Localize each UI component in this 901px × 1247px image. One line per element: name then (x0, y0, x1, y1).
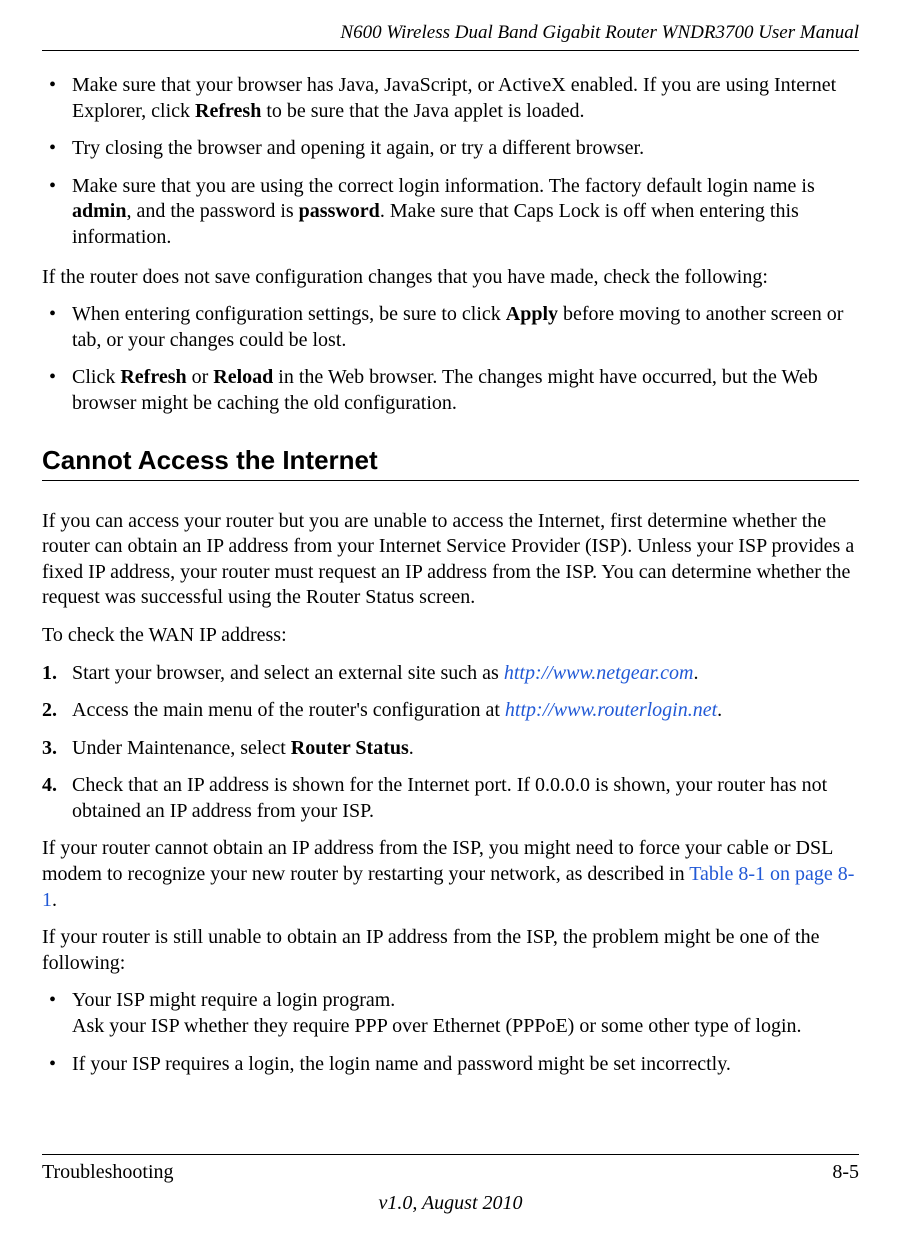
bold-text: admin (72, 200, 126, 222)
bullet-list-2: When entering configuration settings, be… (42, 302, 859, 416)
paragraph: To check the WAN IP address: (42, 623, 859, 649)
footer-chapter: Troubleshooting (42, 1161, 174, 1184)
list-item: 2. Access the main menu of the router's … (42, 698, 859, 724)
paragraph: If your router cannot obtain an IP addre… (42, 836, 859, 913)
hyperlink[interactable]: http://www.netgear.com (504, 662, 694, 684)
text: to be sure that the Java applet is loade… (261, 100, 584, 122)
text: Access the main menu of the router's con… (72, 699, 505, 721)
bullet-list-3: Your ISP might require a login program. … (42, 988, 859, 1077)
bullet-list-1: Make sure that your browser has Java, Ja… (42, 73, 859, 251)
bullet-item: Try closing the browser and opening it a… (42, 136, 859, 162)
list-item: 3. Under Maintenance, select Router Stat… (42, 736, 859, 762)
bullet-item: Make sure that you are using the correct… (42, 174, 859, 251)
text: . (52, 889, 57, 911)
bullet-item: If your ISP requires a login, the login … (42, 1052, 859, 1078)
bullet-item: Click Refresh or Reload in the Web brows… (42, 365, 859, 416)
bullet-item: Make sure that your browser has Java, Ja… (42, 73, 859, 124)
text: Check that an IP address is shown for th… (72, 774, 827, 822)
bold-text: Refresh (120, 366, 186, 388)
bold-text: password (299, 200, 380, 222)
text: . (717, 699, 722, 721)
text: Make sure that you are using the correct… (72, 175, 815, 197)
step-number: 2. (42, 698, 57, 724)
bold-text: Router Status (291, 737, 409, 759)
section-divider (42, 480, 859, 481)
text: Start your browser, and select an extern… (72, 662, 504, 684)
footer-page-number: 8-5 (832, 1161, 859, 1184)
bullet-item: When entering configuration settings, be… (42, 302, 859, 353)
bold-text: Refresh (195, 100, 261, 122)
header-title: N600 Wireless Dual Band Gigabit Router W… (42, 22, 859, 44)
page-footer: Troubleshooting 8-5 v1.0, August 2010 (42, 1154, 859, 1215)
header-divider (42, 50, 859, 51)
footer-divider (42, 1154, 859, 1155)
step-number: 3. (42, 736, 57, 762)
text: Ask your ISP whether they require PPP ov… (72, 1015, 802, 1037)
text: When entering configuration settings, be… (72, 303, 506, 325)
text: If your ISP requires a login, the login … (72, 1053, 731, 1075)
footer-version: v1.0, August 2010 (42, 1192, 859, 1215)
text: Under Maintenance, select (72, 737, 291, 759)
bold-text: Reload (213, 366, 273, 388)
section-heading: Cannot Access the Internet (42, 445, 859, 476)
text: . (409, 737, 414, 759)
list-item: 1. Start your browser, and select an ext… (42, 661, 859, 687)
list-item: 4. Check that an IP address is shown for… (42, 773, 859, 824)
bold-text: Apply (506, 303, 558, 325)
text: Click (72, 366, 120, 388)
hyperlink[interactable]: http://www.routerlogin.net (505, 699, 717, 721)
text: . (693, 662, 698, 684)
paragraph: If you can access your router but you ar… (42, 509, 859, 611)
text: or (187, 366, 214, 388)
paragraph: If the router does not save configuratio… (42, 265, 859, 291)
paragraph: If your router is still unable to obtain… (42, 925, 859, 976)
step-number: 1. (42, 661, 57, 687)
numbered-list: 1. Start your browser, and select an ext… (42, 661, 859, 825)
bullet-item: Your ISP might require a login program. … (42, 988, 859, 1039)
text: , and the password is (126, 200, 298, 222)
text: Your ISP might require a login program. (72, 989, 395, 1011)
step-number: 4. (42, 773, 57, 799)
text: Try closing the browser and opening it a… (72, 137, 644, 159)
